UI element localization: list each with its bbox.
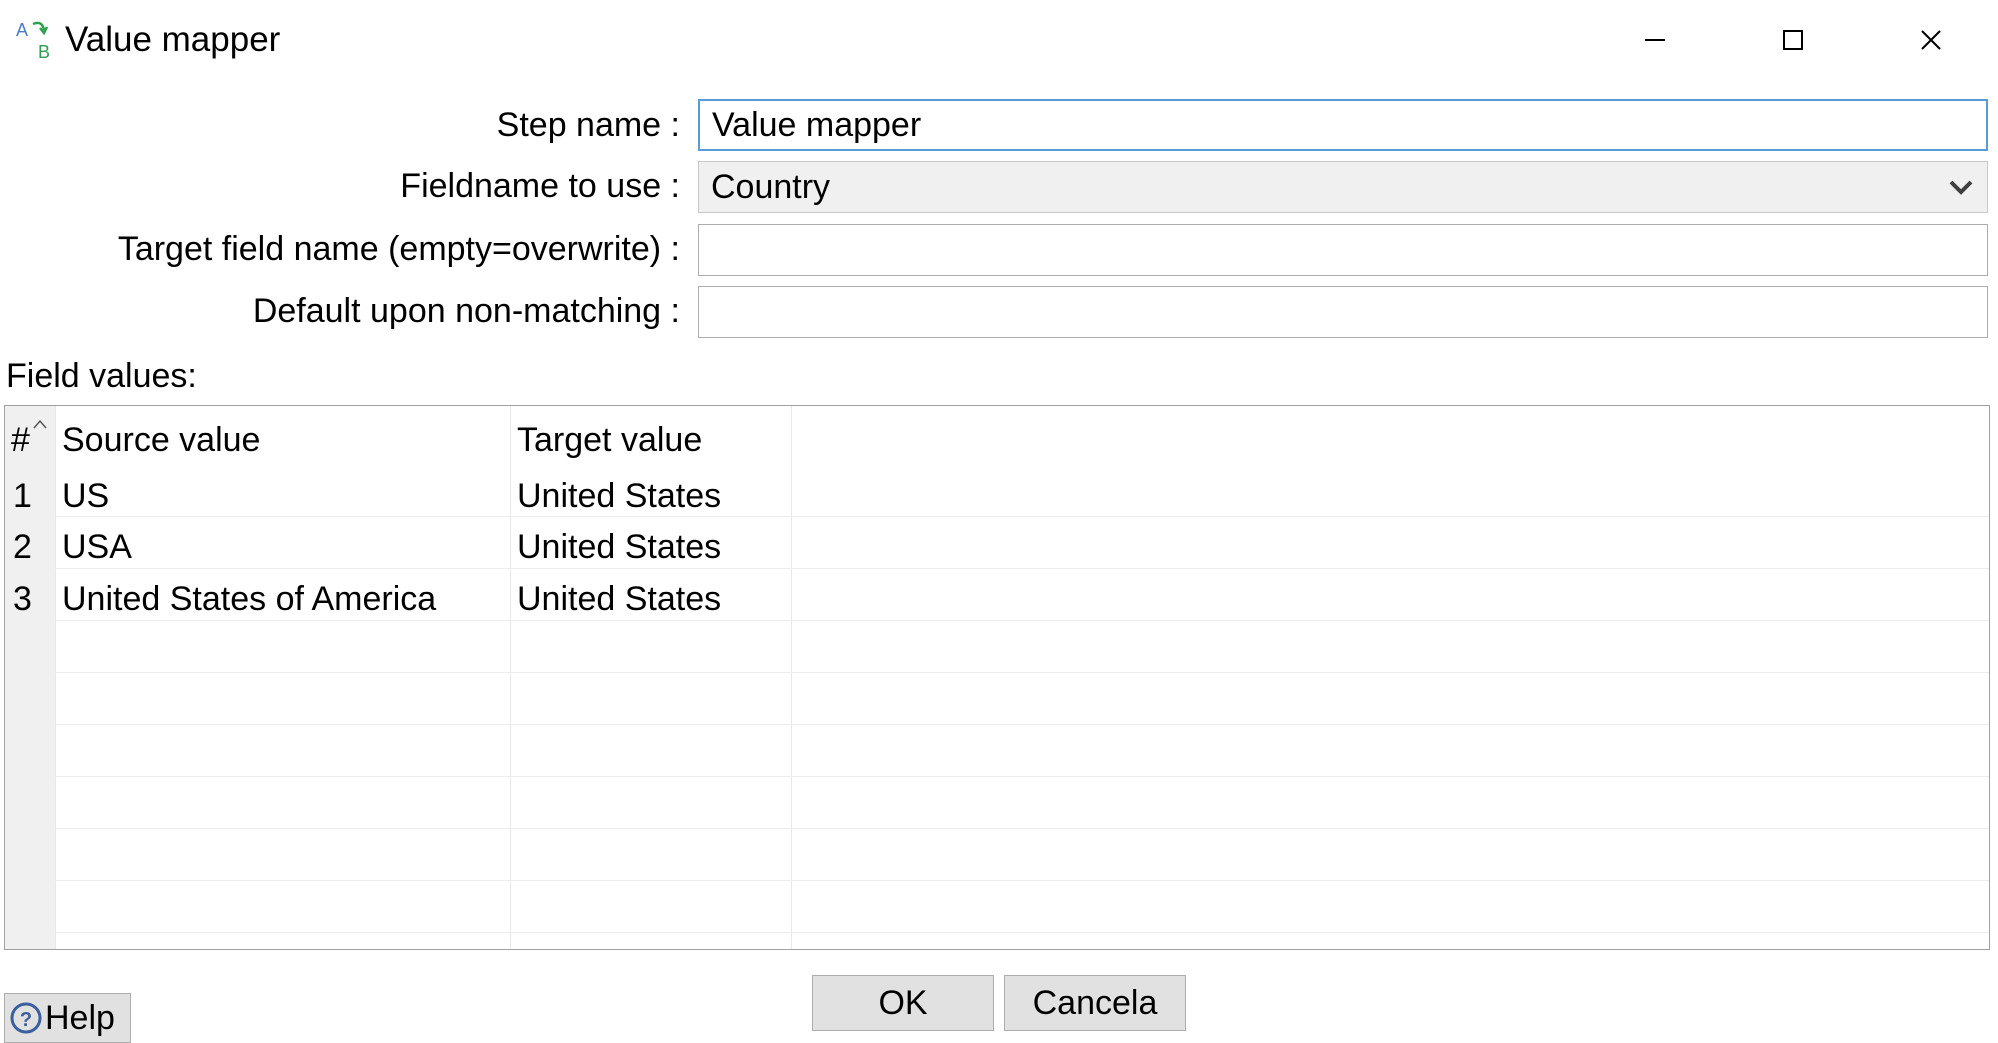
close-button[interactable] xyxy=(1896,14,1966,66)
help-button[interactable]: ? Help xyxy=(4,993,131,1043)
chevron-down-icon[interactable] xyxy=(1935,162,1987,212)
value-mapper-icon: A B xyxy=(16,18,58,62)
target-field-label: Target field name (empty=overwrite) : xyxy=(117,230,680,268)
title-bar: A B Value mapper xyxy=(0,0,1998,80)
close-icon xyxy=(1921,30,1941,50)
cancel-button[interactable]: Cancela xyxy=(1004,975,1186,1031)
step-name-label: Step name : xyxy=(496,106,680,144)
svg-text:?: ? xyxy=(20,1009,32,1031)
sort-caret-icon xyxy=(33,416,47,434)
maximize-button[interactable] xyxy=(1758,14,1828,66)
target-value-cell[interactable]: United States xyxy=(517,525,721,569)
step-name-field[interactable]: Value mapper xyxy=(698,99,1988,151)
fieldname-select[interactable]: Country xyxy=(698,161,1988,213)
help-button-label: Help xyxy=(45,998,115,1037)
default-nonmatch-input[interactable] xyxy=(698,286,1988,338)
window-title: Value mapper xyxy=(65,20,281,59)
minimize-icon xyxy=(1645,39,1665,41)
source-value-cell[interactable]: US xyxy=(62,474,109,518)
column-header-source[interactable]: Source value xyxy=(62,418,260,462)
column-header-target[interactable]: Target value xyxy=(517,418,702,462)
field-values-label: Field values: xyxy=(6,357,197,395)
help-icon: ? xyxy=(10,1002,42,1034)
target-value-cell[interactable]: United States xyxy=(517,474,721,518)
fieldname-label: Fieldname to use : xyxy=(400,167,680,205)
ok-button[interactable]: OK xyxy=(812,975,994,1031)
row-number: 1 xyxy=(13,477,32,515)
source-value-cell[interactable]: United States of America xyxy=(62,577,436,621)
target-value-cell[interactable]: United States xyxy=(517,577,721,621)
column-header-number[interactable]: # xyxy=(11,418,30,462)
fieldname-value: Country xyxy=(711,168,831,206)
row-number: 2 xyxy=(13,528,32,566)
svg-text:B: B xyxy=(38,42,50,60)
source-value-cell[interactable]: USA xyxy=(62,525,132,569)
maximize-icon xyxy=(1783,30,1803,50)
row-number: 3 xyxy=(13,580,32,618)
field-values-table[interactable]: # Source value Target value 1 US United … xyxy=(4,405,1990,950)
minimize-button[interactable] xyxy=(1620,14,1690,66)
svg-text:A: A xyxy=(16,20,28,40)
default-nonmatch-label: Default upon non-matching : xyxy=(252,292,680,330)
target-field-input[interactable] xyxy=(698,224,1988,276)
